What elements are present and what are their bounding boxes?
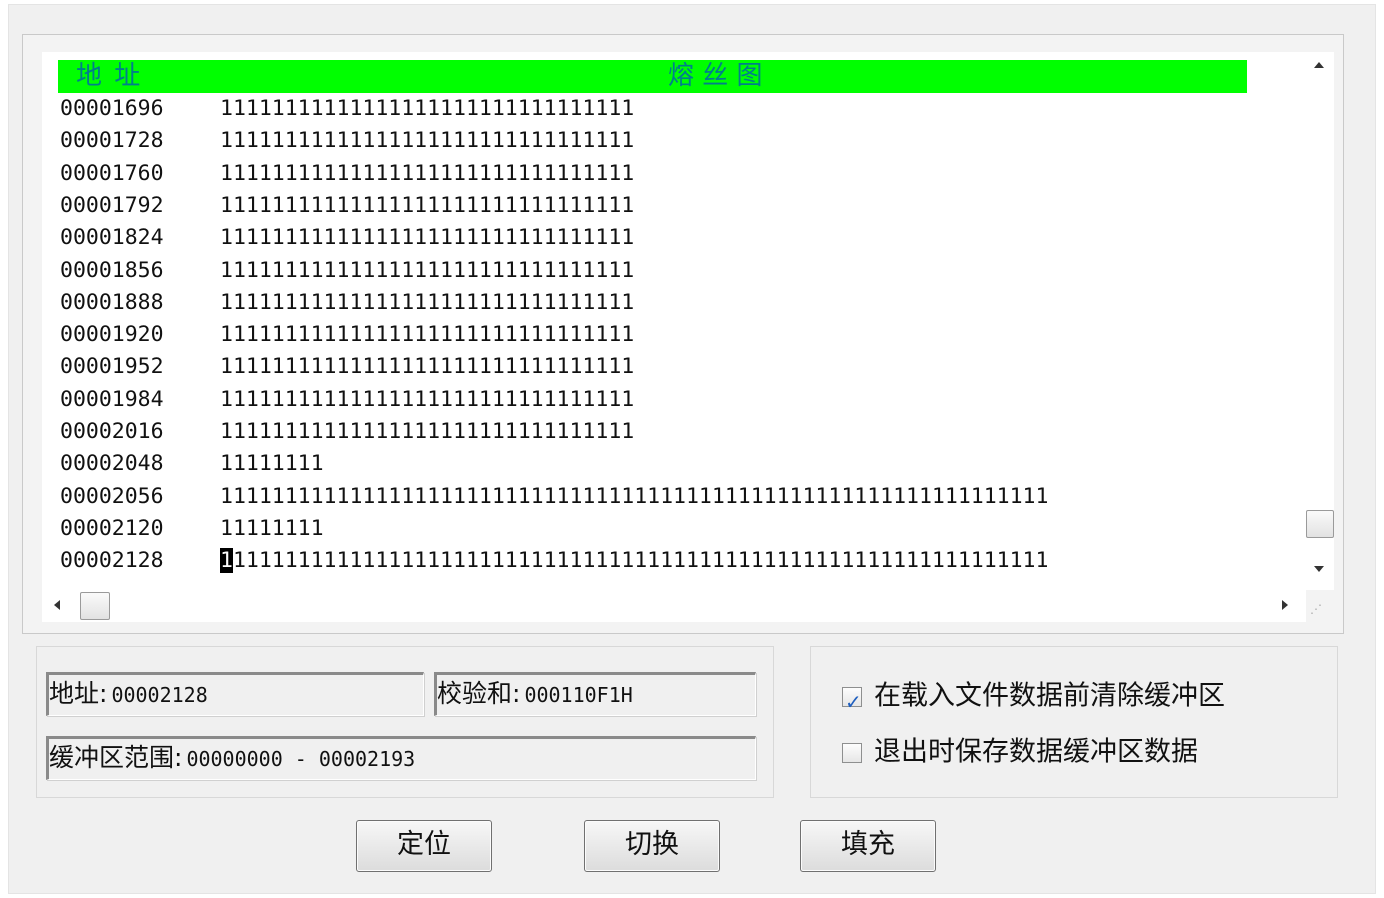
- row-fuse-bits[interactable]: 1111111111111111111111111111111111111111…: [220, 545, 1048, 577]
- clear-buffer-label: 在载入文件数据前清除缓冲区: [874, 680, 1225, 712]
- row-address: 00001920: [60, 322, 164, 348]
- header-address-label: 地 址: [76, 61, 143, 91]
- buffer-range-label: 缓冲区范围:: [49, 743, 183, 772]
- row-fuse-bits[interactable]: 11111111111111111111111111111111: [220, 351, 634, 383]
- row-address: 00001984: [60, 386, 164, 412]
- clear-buffer-option[interactable]: ✓ 在载入文件数据前清除缓冲区: [842, 676, 1225, 716]
- checksum-field: 校验和: 000110F1H: [434, 672, 756, 716]
- row-fuse-bits[interactable]: 11111111111111111111111111111111: [220, 190, 634, 222]
- options-group: [810, 646, 1338, 798]
- row-fuse-bits[interactable]: 11111111111111111111111111111111: [220, 125, 634, 157]
- locate-button[interactable]: 定位: [356, 820, 492, 872]
- fill-button[interactable]: 填充: [800, 820, 936, 872]
- fuse-map-view[interactable]: 地 址 熔 丝 图 00001696 1111111111111111111111…: [42, 52, 1306, 590]
- row-address: 00002056: [60, 483, 164, 509]
- row-fuse-bits[interactable]: 11111111111111111111111111111111: [220, 319, 634, 351]
- row-address: 00001952: [60, 354, 164, 380]
- fuse-map-header: 地 址 熔 丝 图: [58, 60, 1247, 93]
- row-fuse-bits[interactable]: 11111111: [220, 448, 324, 480]
- row-address: 00001824: [60, 225, 164, 251]
- save-on-exit-option[interactable]: ✓ 退出时保存数据缓冲区数据: [842, 732, 1198, 772]
- row-address: 00002048: [60, 451, 164, 477]
- address-label: 地址:: [49, 679, 108, 708]
- row-address: 00001856: [60, 257, 164, 283]
- row-address: 00001728: [60, 128, 164, 154]
- row-fuse-bits[interactable]: 11111111111111111111111111111111: [220, 158, 634, 190]
- row-address: 00002120: [60, 515, 164, 541]
- row-address: 00001888: [60, 289, 164, 315]
- buffer-range-value: 00000000 - 00002193: [186, 747, 416, 771]
- row-address: 00002016: [60, 419, 164, 444]
- horizontal-scroll-thumb[interactable]: [80, 592, 110, 620]
- address-field: 地址: 00002128: [46, 672, 424, 716]
- save-on-exit-label: 退出时保存数据缓冲区数据: [874, 736, 1198, 768]
- row-fuse-bits[interactable]: 11111111111111111111111111111111: [220, 93, 634, 125]
- row-fuse-bits[interactable]: 1111111111111111111111111111111111111111…: [220, 481, 1048, 513]
- row-fuse-bits[interactable]: 11111111111111111111111111111111: [220, 384, 634, 416]
- horizontal-scrollbar[interactable]: [42, 590, 1306, 622]
- row-address: 00001792: [60, 192, 164, 218]
- vertical-scroll-thumb[interactable]: [1306, 510, 1334, 538]
- save-on-exit-checkbox[interactable]: ✓: [842, 742, 862, 763]
- row-address: 00002128: [60, 548, 164, 574]
- row-address: 00001696: [60, 96, 164, 121]
- row-fuse-bits[interactable]: 11111111: [220, 513, 324, 545]
- vertical-scrollbar[interactable]: [1306, 52, 1334, 590]
- row-fuse-bits-rest: 1111111111111111111111111111111111111111…: [232, 548, 1049, 574]
- scroll-up-arrow-icon[interactable]: [1314, 62, 1324, 68]
- resize-grip-icon[interactable]: ⋰: [1310, 598, 1332, 620]
- scroll-down-arrow-icon[interactable]: [1314, 566, 1324, 572]
- scroll-left-arrow-icon[interactable]: [54, 600, 60, 610]
- address-value: 00002128: [111, 683, 208, 707]
- row-fuse-bits[interactable]: 11111111111111111111111111111111: [220, 222, 634, 254]
- checkmark-icon: ✓: [845, 689, 862, 714]
- row-address: 00001760: [60, 160, 164, 186]
- switch-button[interactable]: 切换: [584, 820, 720, 872]
- clear-buffer-checkbox[interactable]: ✓: [842, 686, 862, 714]
- row-fuse-bits[interactable]: 11111111111111111111111111111111: [220, 255, 634, 287]
- checksum-label: 校验和:: [437, 679, 521, 708]
- checksum-value: 000110F1H: [524, 683, 633, 707]
- row-fuse-bits[interactable]: 11111111111111111111111111111111: [220, 416, 634, 448]
- buffer-range-field: 缓冲区范围: 00000000 - 00002193: [46, 736, 756, 780]
- edit-cursor[interactable]: 1: [220, 548, 233, 574]
- scroll-right-arrow-icon[interactable]: [1282, 600, 1288, 610]
- row-fuse-bits[interactable]: 11111111111111111111111111111111: [220, 287, 634, 319]
- header-fuse-label: 熔 丝 图: [668, 61, 763, 91]
